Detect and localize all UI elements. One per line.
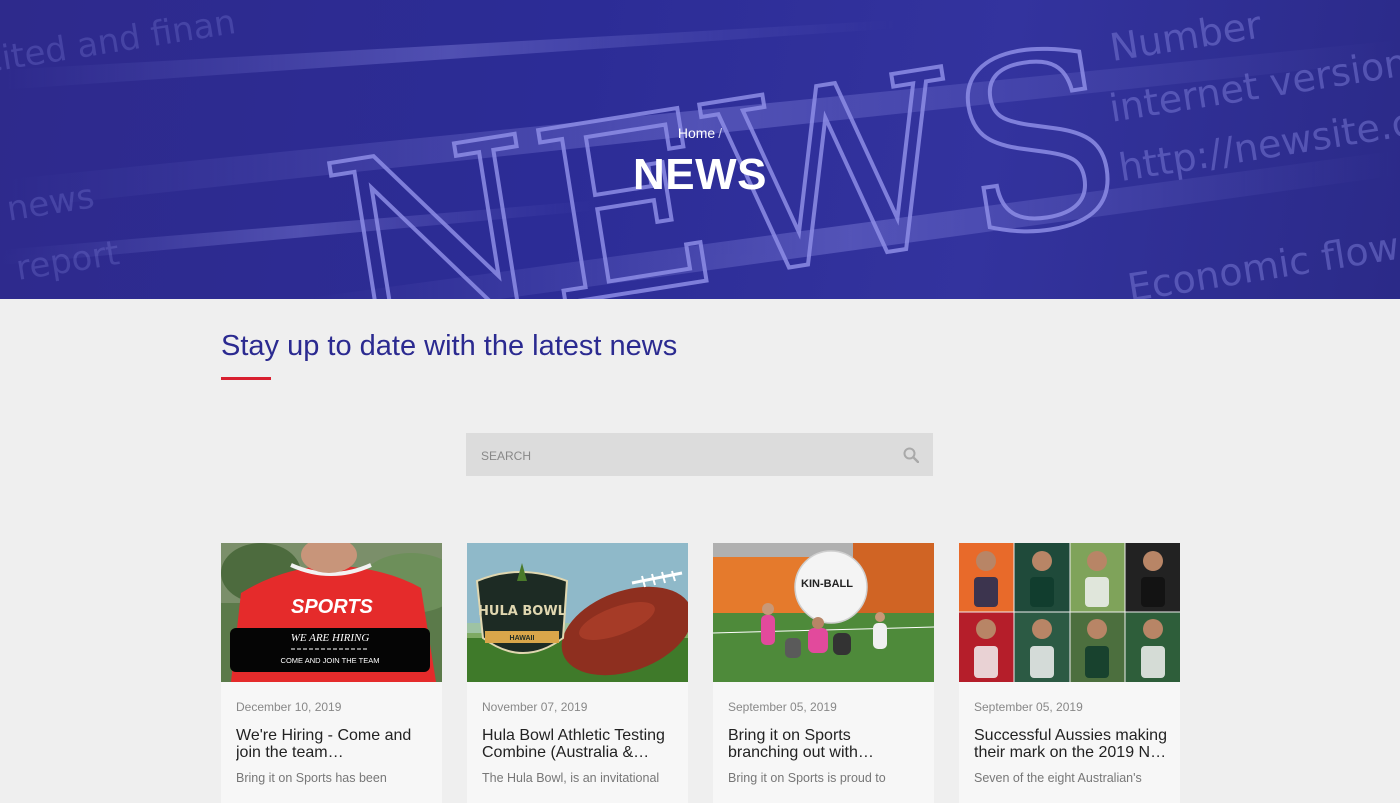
search-icon[interactable]: [903, 447, 919, 463]
hiring-banner-subtext: COME AND JOIN THE TEAM: [281, 656, 380, 665]
nfl-players-collage: [959, 543, 1180, 682]
breadcrumb: Home /: [0, 125, 1400, 141]
title-underline: [221, 377, 271, 380]
news-card-title[interactable]: Hula Bowl Athletic Testing Combine (Aust…: [482, 727, 677, 761]
news-card[interactable]: SPORTS WE ARE HIRING COME AND JOIN THE T…: [221, 543, 442, 803]
hula-bowl-subtext: HAWAII: [510, 635, 535, 642]
news-card[interactable]: HULA BOWL HAWAII November 07, 2019 Hula …: [467, 543, 688, 803]
news-card-date: September 05, 2019: [974, 700, 1083, 714]
hula-bowl-logo-text: HULA BOWL: [478, 604, 566, 619]
news-card-image[interactable]: KIN-BALL: [713, 543, 934, 682]
news-card-excerpt: The Hula Bowl, is an invitational: [482, 771, 660, 785]
svg-text:report: report: [13, 233, 122, 289]
hula-bowl-photo: HULA BOWL HAWAII: [467, 543, 688, 682]
news-card-image[interactable]: SPORTS WE ARE HIRING COME AND JOIN THE T…: [221, 543, 442, 682]
search-input[interactable]: [479, 433, 883, 478]
news-card-excerpt: Seven of the eight Australian's: [974, 771, 1142, 785]
news-card-title[interactable]: Bring it on Sports branching out with Om…: [728, 727, 923, 761]
hero-banner: NEWS Number internet version http://news…: [0, 0, 1400, 299]
news-card-image[interactable]: HULA BOWL HAWAII: [467, 543, 688, 682]
news-card-excerpt: Bring it on Sports is proud to: [728, 771, 886, 785]
news-card-image[interactable]: [959, 543, 1180, 682]
news-card[interactable]: September 05, 2019 Successful Aussies ma…: [959, 543, 1180, 803]
news-card-date: November 07, 2019: [482, 700, 588, 714]
breadcrumb-separator: /: [718, 125, 723, 141]
news-card-excerpt: Bring it on Sports has been: [236, 771, 387, 785]
news-card[interactable]: KIN-BALL September 05, 2019 Bring it on …: [713, 543, 934, 803]
news-card-date: September 05, 2019: [728, 700, 837, 714]
news-card-date: December 10, 2019: [236, 700, 342, 714]
hiring-banner-text: WE ARE HIRING: [291, 632, 370, 644]
breadcrumb-home-link[interactable]: Home: [678, 125, 715, 141]
hiring-photo: SPORTS WE ARE HIRING COME AND JOIN THE T…: [221, 543, 442, 682]
news-card-title[interactable]: We're Hiring - Come and join the team…: [236, 727, 431, 761]
page-title: NEWS: [633, 150, 767, 199]
news-card-title[interactable]: Successful Aussies making their mark on …: [974, 727, 1169, 761]
kin-ball-text: KIN-BALL: [801, 578, 853, 590]
svg-text:Economic flow: Economic flow: [1125, 224, 1400, 299]
search-bar: [466, 433, 933, 478]
kin-ball-photo: KIN-BALL: [713, 543, 934, 682]
section-title: Stay up to date with the latest news: [221, 330, 678, 362]
shirt-logo-text: SPORTS: [291, 596, 374, 618]
